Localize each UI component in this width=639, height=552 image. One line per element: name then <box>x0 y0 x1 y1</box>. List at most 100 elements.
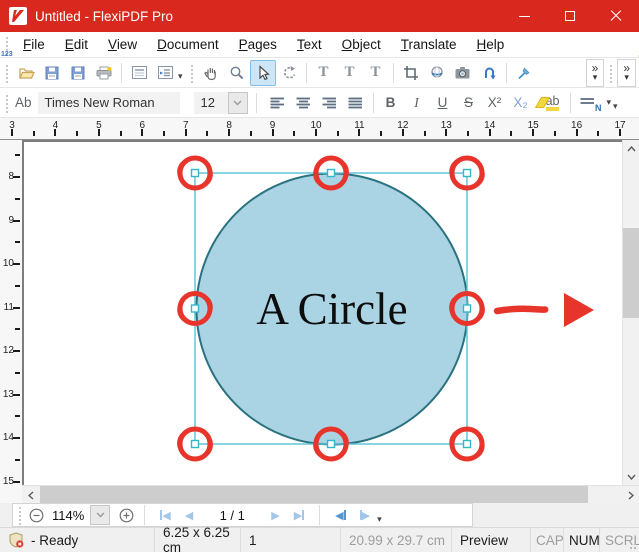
line-spacing-dropdown-icon[interactable]: ▾ <box>607 97 612 108</box>
printer-icon <box>96 66 112 79</box>
zoom-dropdown-button[interactable] <box>90 505 111 525</box>
selection-handle[interactable] <box>190 439 200 449</box>
italic-button[interactable]: I <box>404 90 430 116</box>
menu-file[interactable]: File <box>13 33 55 56</box>
next-view-button[interactable]: ▶ <box>359 509 370 522</box>
canvas-graphics: A Circle <box>177 155 594 462</box>
hand-tool-button[interactable] <box>198 60 224 86</box>
last-page-button[interactable]: ▶ <box>294 509 305 522</box>
ruler-tick <box>13 437 20 439</box>
toolbar-grip[interactable] <box>17 505 21 525</box>
align-left-button[interactable] <box>265 90 291 116</box>
align-justify-button[interactable] <box>343 90 369 116</box>
page-numbering-button[interactable]: T 123 <box>1 51 389 86</box>
scroll-down-button[interactable] <box>623 468 639 485</box>
select-tool-button[interactable] <box>249 59 276 86</box>
menu-pages[interactable]: Pages <box>229 33 287 56</box>
menu-translate[interactable]: Translate <box>391 33 467 56</box>
zoom-in-button[interactable] <box>116 505 136 525</box>
selection-handle[interactable] <box>190 304 200 313</box>
uturn-arrow-button[interactable] <box>476 60 502 86</box>
bold-button[interactable]: B <box>378 90 404 116</box>
align-center-button[interactable] <box>291 90 317 116</box>
title-bar: Untitled - FlexiPDF Pro <box>0 0 639 32</box>
ruler-number: 13 <box>2 388 14 400</box>
font-size-field[interactable]: 12 <box>193 91 228 114</box>
scroll-right-button[interactable] <box>622 486 639 504</box>
status-view-mode[interactable]: Preview <box>452 528 531 552</box>
ruler-tick <box>76 131 79 136</box>
save-button[interactable] <box>39 60 65 86</box>
highlight-button[interactable]: ab <box>540 90 566 116</box>
resize-grip[interactable] <box>626 539 636 549</box>
horizontal-scroll-thumb[interactable] <box>40 486 588 503</box>
page-indicator[interactable]: 1 / 1 <box>200 508 264 523</box>
subscript-button[interactable]: X₂ <box>508 90 534 116</box>
close-button[interactable] <box>593 0 639 32</box>
selection-handle[interactable] <box>190 168 200 178</box>
eyedropper-button[interactable] <box>511 60 537 86</box>
vertical-scroll-thumb[interactable] <box>623 228 639 318</box>
toolbar-grip[interactable] <box>4 92 8 113</box>
line-spacing-button[interactable]: N <box>575 90 607 116</box>
edit-text-button[interactable]: T <box>311 60 337 86</box>
document-page[interactable]: A Circle <box>22 140 622 485</box>
next-page-button[interactable]: ▶ <box>271 509 279 522</box>
toolbar-grip[interactable] <box>188 62 193 83</box>
selection-handle[interactable] <box>462 304 472 313</box>
open-button[interactable] <box>13 60 39 86</box>
add-text-button[interactable]: T★ <box>337 52 639 86</box>
selection-handle[interactable] <box>462 439 472 449</box>
zoom-out-button[interactable] <box>26 505 46 525</box>
chevron-up-icon <box>627 145 636 151</box>
web-capture-button[interactable] <box>424 60 450 86</box>
scroll-up-button[interactable] <box>623 140 639 157</box>
selection-handle[interactable] <box>462 168 472 178</box>
view-dropdown-icon[interactable]: ▾ <box>178 71 183 82</box>
horizontal-scrollbar[interactable] <box>22 485 639 503</box>
toolbar-grip[interactable] <box>4 62 8 83</box>
zoom-tool-button[interactable] <box>224 60 250 86</box>
vertical-scrollbar[interactable] <box>622 140 639 485</box>
print-button[interactable] <box>91 60 117 86</box>
menu-text[interactable]: Text <box>287 33 332 56</box>
menu-view[interactable]: View <box>98 33 147 56</box>
toolbar-overflow-button[interactable]: » ▾ <box>617 58 636 87</box>
rotate-tool-button[interactable] <box>276 60 302 86</box>
maximize-button[interactable] <box>547 0 593 32</box>
align-right-button[interactable] <box>317 90 343 116</box>
ruler-tick <box>13 393 20 396</box>
menu-help[interactable]: Help <box>467 33 515 56</box>
status-page-size: 20.99 x 29.7 cm <box>341 528 452 552</box>
ruler-tick <box>15 284 20 287</box>
superscript-button[interactable]: X² <box>482 90 508 116</box>
previous-page-button[interactable]: ◀ <box>185 509 193 522</box>
scroll-left-button[interactable] <box>22 486 39 504</box>
format-overflow-icon[interactable]: ▾ <box>613 101 618 112</box>
selection-handle[interactable] <box>326 439 336 449</box>
selection-handle[interactable] <box>326 168 336 178</box>
circle-label[interactable]: A Circle <box>256 284 407 334</box>
first-page-button[interactable]: ◀ <box>160 509 171 522</box>
font-name-field[interactable]: Times New Roman <box>37 91 180 114</box>
single-page-view-button[interactable] <box>126 60 152 86</box>
previous-view-button[interactable]: ◀ <box>335 509 346 522</box>
snapshot-button[interactable] <box>450 60 476 86</box>
ruler-number: 15 <box>2 475 14 487</box>
menu-object[interactable]: Object <box>332 33 391 56</box>
nav-dropdown-icon[interactable]: ▾ <box>377 514 382 525</box>
save-all-button[interactable] <box>65 60 91 86</box>
toolbar-grip[interactable] <box>608 62 613 83</box>
cursor-arrow-icon <box>258 64 270 80</box>
font-size-dropdown-button[interactable] <box>227 91 248 114</box>
continuous-view-button[interactable] <box>152 60 178 86</box>
toolbar-separator <box>319 505 321 525</box>
minimize-button[interactable] <box>501 0 547 32</box>
underline-button[interactable]: U <box>430 90 456 116</box>
zoom-panel: 114% ◀ ◀ 1 / 1 ▶ ▶ ◀ ▶ ▾ <box>12 503 473 527</box>
menu-document[interactable]: Document <box>147 33 229 56</box>
strikethrough-button[interactable]: S <box>456 90 482 116</box>
crop-tool-button[interactable] <box>398 60 424 86</box>
menu-edit[interactable]: Edit <box>55 33 98 56</box>
toolbar-overflow-button[interactable]: » ▾ <box>585 58 605 87</box>
